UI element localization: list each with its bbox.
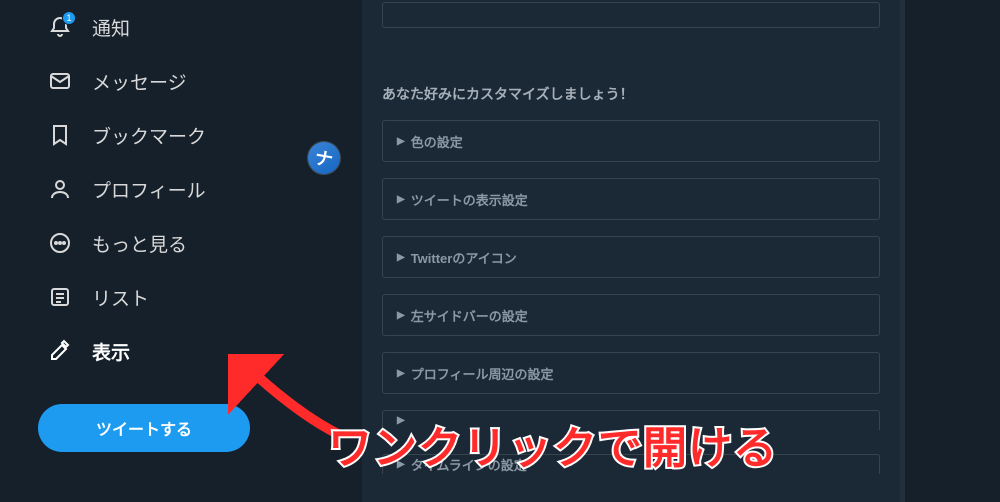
accordion-profile-area[interactable]: ▶ プロフィール周辺の設定 [382, 352, 880, 394]
accordion-label: ツイートの表示設定 [411, 190, 528, 209]
accordion-timeline[interactable]: ▶ タイムラインの設定 [382, 454, 880, 474]
accordion-partial[interactable]: ▶ [382, 410, 880, 430]
chevron-right-icon: ▶ [397, 415, 405, 426]
sidebar-item-label: 表示 [92, 338, 130, 365]
profile-icon [48, 177, 72, 201]
extension-badge-icon: ナ [305, 139, 342, 176]
accordion-label: 色の設定 [411, 132, 463, 151]
main-panel: あなた好みにカスタマイズしましょう！ ▶ 色の設定 ▶ ツイートの表示設定 ▶ … [362, 0, 900, 502]
sidebar-item-profile[interactable]: プロフィール [0, 162, 310, 216]
sidebar-item-messages[interactable]: メッセージ [0, 54, 310, 108]
sidebar-item-lists[interactable]: リスト [0, 270, 310, 324]
accordion-color[interactable]: ▶ 色の設定 [382, 120, 880, 162]
sidebar: 1 通知 メッセージ ブックマーク プロフィール もっと見る リスト [0, 0, 310, 502]
bookmark-icon [48, 123, 72, 147]
badge-glyph: ナ [313, 144, 335, 173]
accordion-twitter-icon[interactable]: ▶ Twitterのアイコン [382, 236, 880, 278]
bell-icon: 1 [48, 15, 72, 39]
list-icon [48, 285, 72, 309]
right-panel [905, 0, 1000, 502]
section-box [382, 2, 880, 28]
chevron-right-icon: ▶ [397, 459, 405, 470]
edit-icon [48, 339, 72, 363]
accordion-label: プロフィール周辺の設定 [411, 364, 554, 383]
accordion-label: Twitterのアイコン [411, 248, 517, 267]
mail-icon [48, 69, 72, 93]
sidebar-item-label: 通知 [92, 14, 130, 41]
more-icon [48, 231, 72, 255]
sidebar-item-display[interactable]: 表示 [0, 324, 310, 378]
sidebar-item-label: リスト [92, 284, 149, 311]
sidebar-item-label: メッセージ [92, 68, 187, 95]
chevron-right-icon: ▶ [397, 194, 405, 205]
accordion-tweet-display[interactable]: ▶ ツイートの表示設定 [382, 178, 880, 220]
accordion-label: タイムラインの設定 [411, 455, 527, 474]
chevron-right-icon: ▶ [397, 136, 405, 147]
sidebar-item-label: ブックマーク [92, 122, 206, 149]
chevron-right-icon: ▶ [397, 368, 405, 379]
sidebar-item-label: プロフィール [92, 176, 206, 203]
chevron-right-icon: ▶ [397, 252, 405, 263]
sidebar-item-bookmarks[interactable]: ブックマーク [0, 108, 310, 162]
accordion-label: 左サイドバーの設定 [411, 306, 528, 325]
chevron-right-icon: ▶ [397, 310, 405, 321]
sidebar-item-more[interactable]: もっと見る [0, 216, 310, 270]
section-title: あなた好みにカスタマイズしましょう！ [382, 84, 880, 104]
accordion-left-sidebar[interactable]: ▶ 左サイドバーの設定 [382, 294, 880, 336]
tweet-button-label: ツイートする [96, 416, 192, 440]
tweet-button[interactable]: ツイートする [38, 404, 250, 452]
sidebar-item-notifications[interactable]: 1 通知 [0, 0, 310, 54]
sidebar-item-label: もっと見る [92, 230, 187, 257]
notification-badge: 1 [62, 11, 76, 25]
